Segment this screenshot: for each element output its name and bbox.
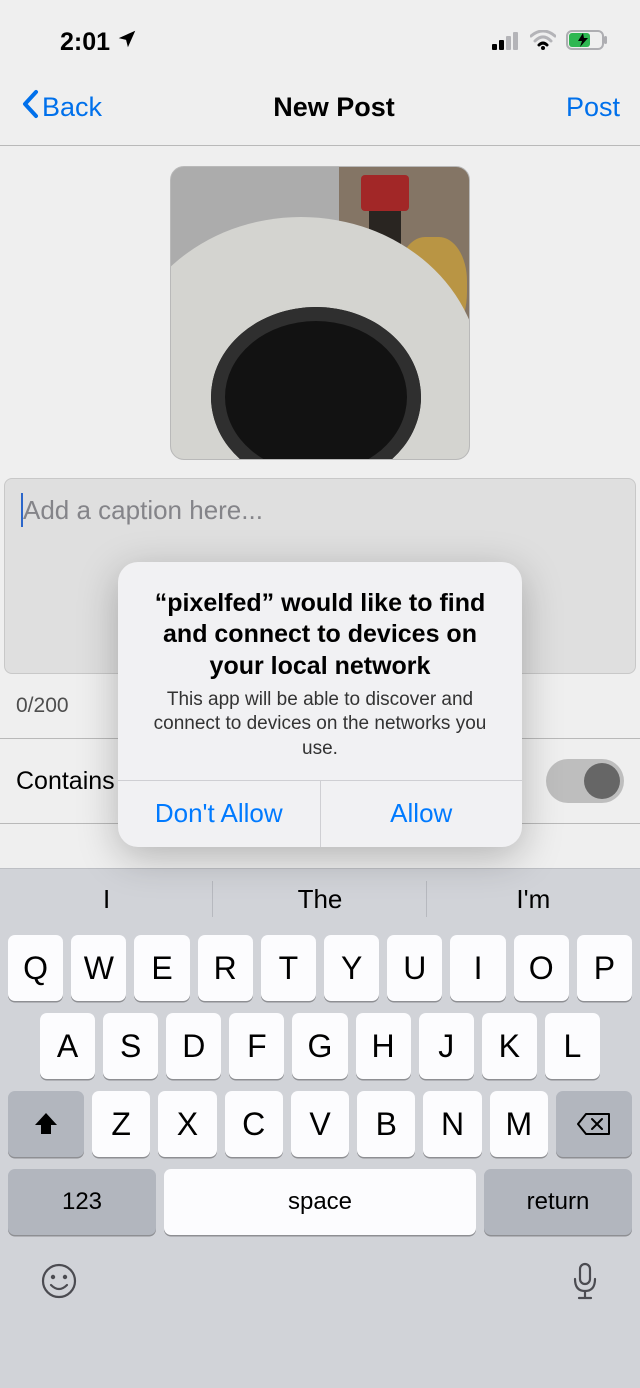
dialog-message: This app will be able to discover and co… [140, 688, 500, 762]
dialog-title: “pixelfed” would like to find and connec… [140, 588, 500, 682]
permission-dialog: “pixelfed” would like to find and connec… [118, 562, 522, 847]
dont-allow-button[interactable]: Don't Allow [118, 781, 321, 847]
allow-button[interactable]: Allow [321, 781, 523, 847]
